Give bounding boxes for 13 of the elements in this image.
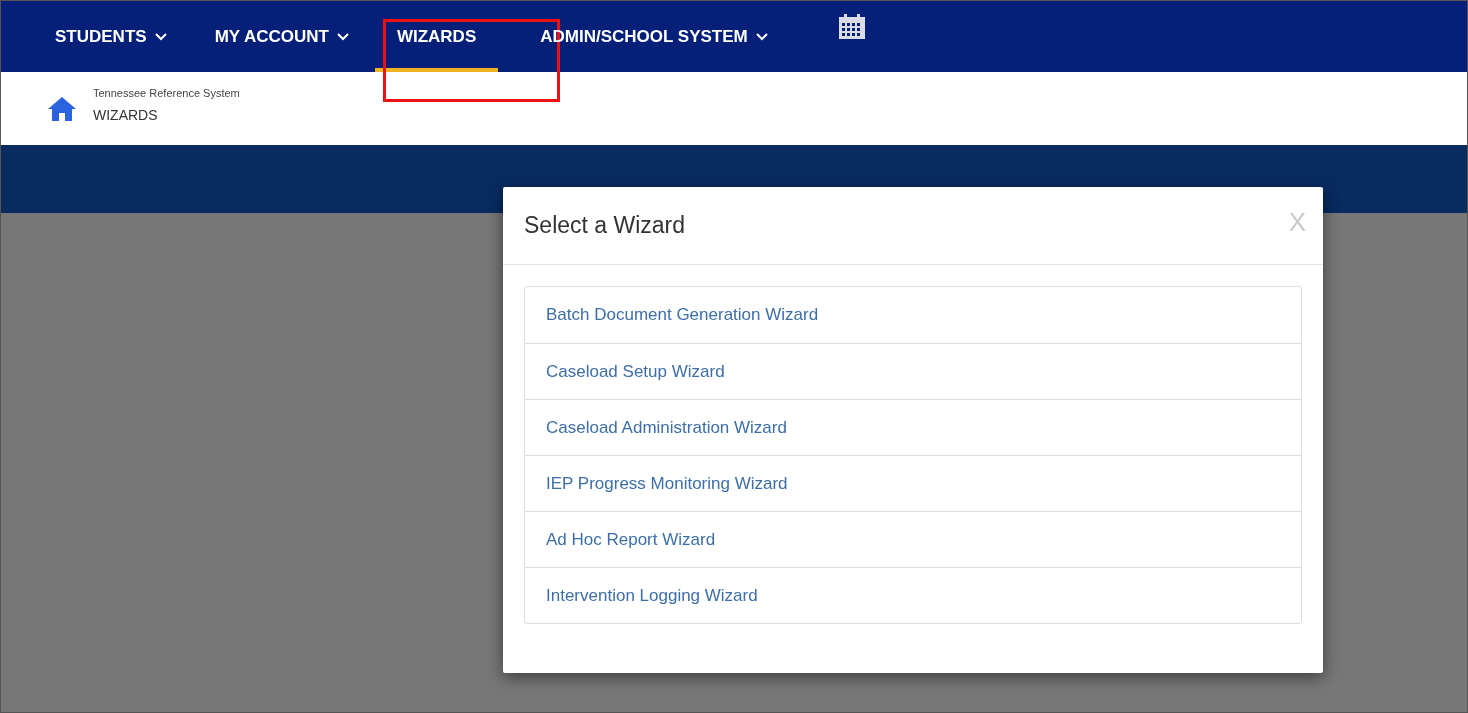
breadcrumb-system: Tennessee Reference System (93, 85, 240, 101)
calendar-icon[interactable] (837, 13, 866, 41)
breadcrumb-page: WIZARDS (93, 106, 159, 126)
home-icon[interactable] (47, 95, 77, 122)
wizard-link[interactable]: Intervention Logging Wizard (546, 582, 758, 609)
wizard-link[interactable]: Caseload Administration Wizard (546, 414, 787, 441)
dialog-title: Select a Wizard (524, 211, 686, 241)
wizard-link[interactable]: Caseload Setup Wizard (546, 358, 725, 385)
wizard-link[interactable]: Batch Document Generation Wizard (546, 302, 819, 328)
nav-tab[interactable]: STUDENTS (49, 1, 173, 72)
wizard-link[interactable]: Ad Hoc Report Wizard (546, 526, 716, 553)
wizard-link[interactable]: IEP Progress Monitoring Wizard (546, 470, 788, 497)
nav-tab[interactable]: MY ACCOUNT (208, 1, 355, 72)
